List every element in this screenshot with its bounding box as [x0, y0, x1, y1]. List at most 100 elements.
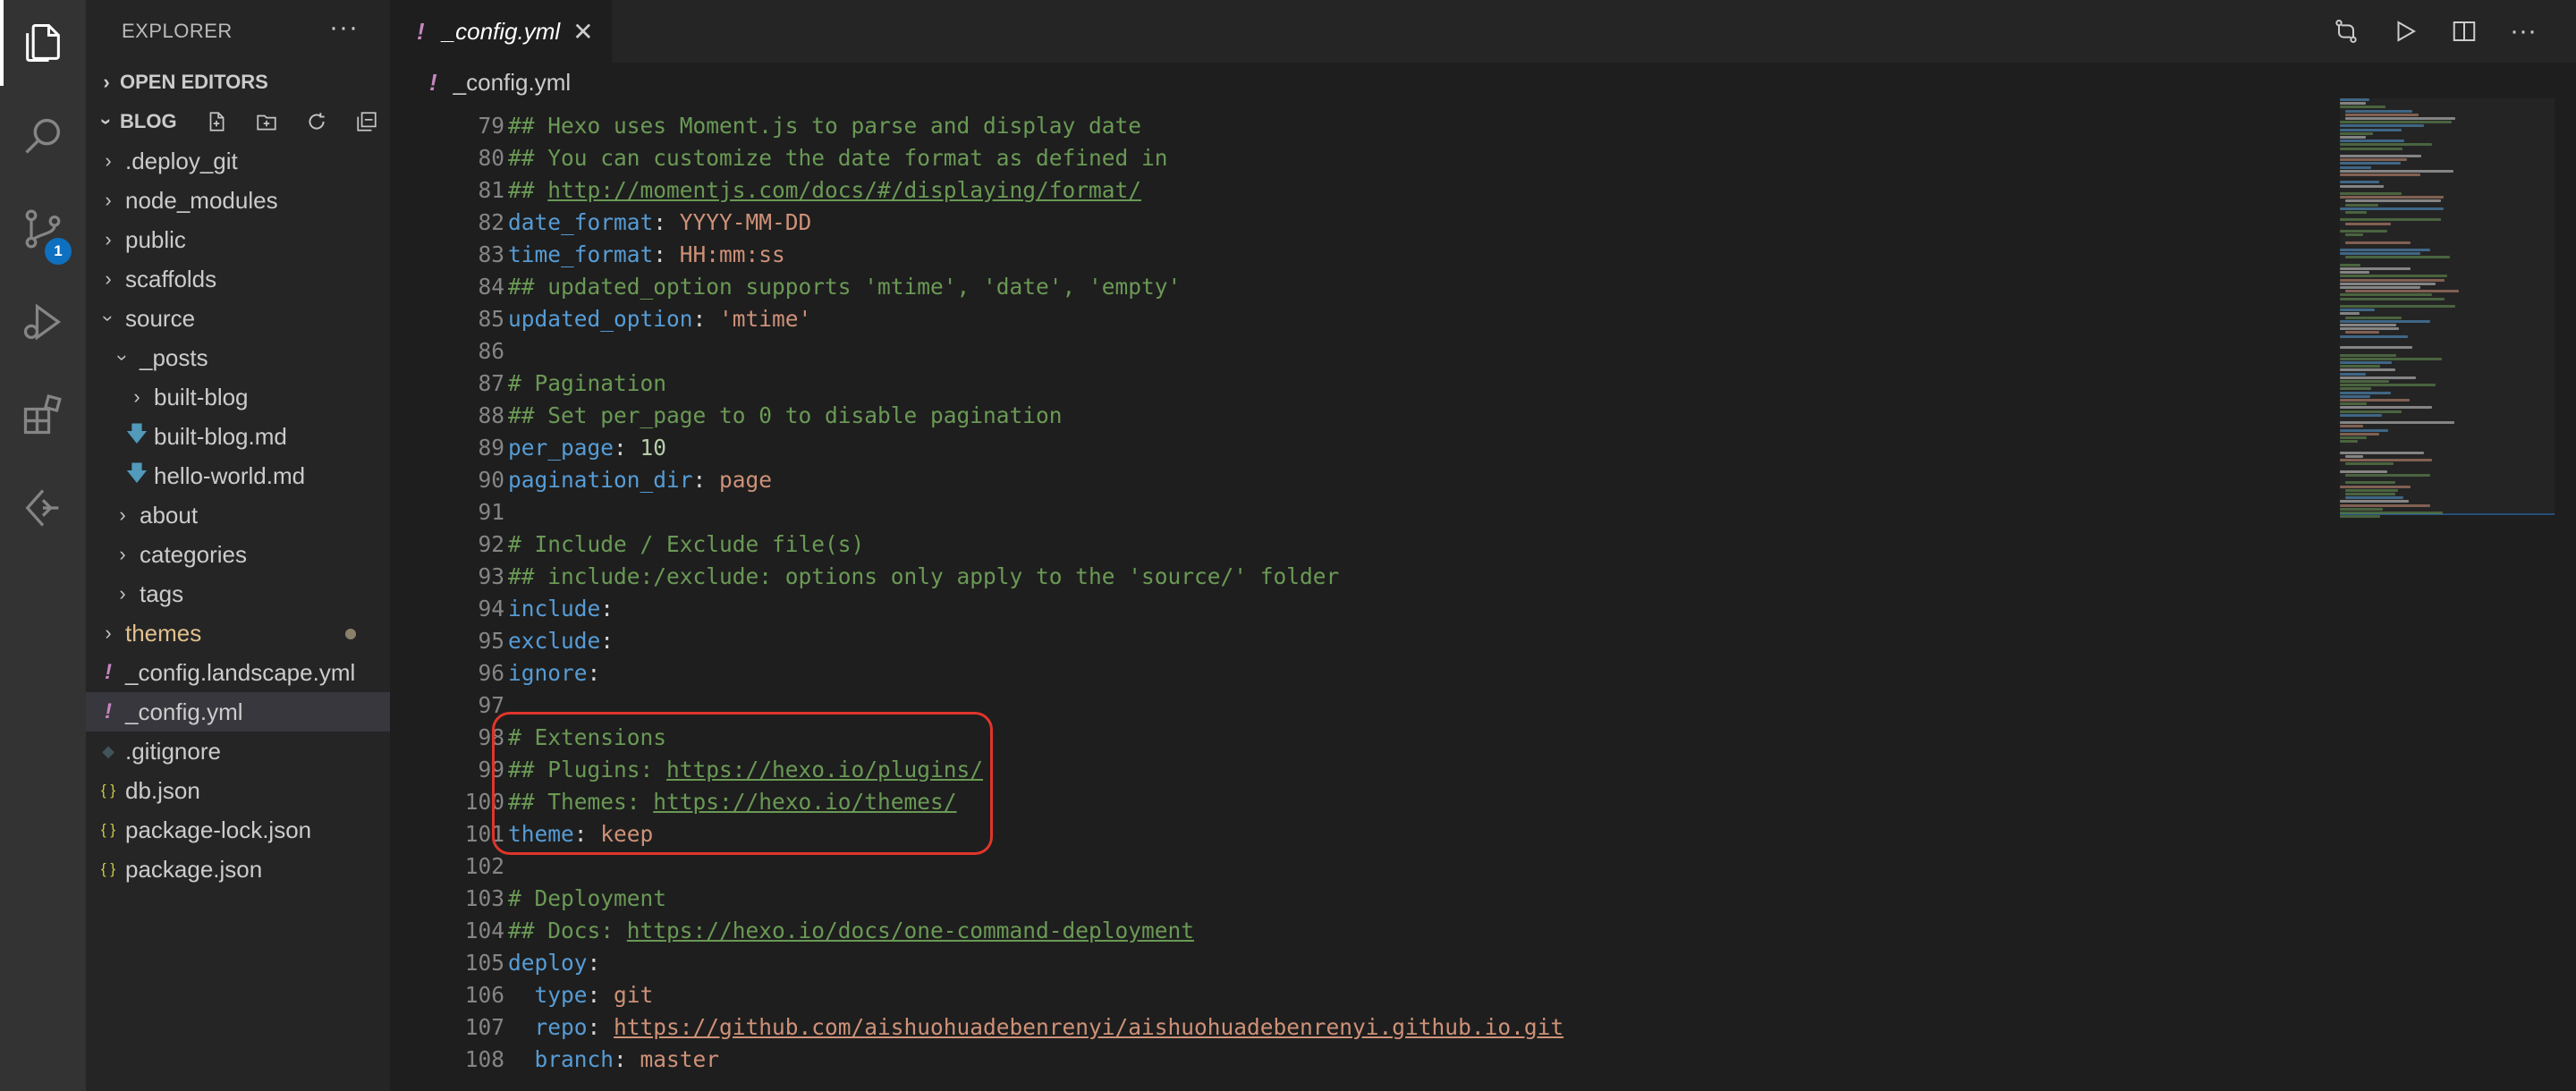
code-token: HH:mm:ss: [679, 241, 785, 267]
close-icon[interactable]: ✕: [572, 17, 593, 47]
more-actions-icon[interactable]: ···: [329, 13, 359, 43]
source-control-icon[interactable]: 1: [0, 186, 86, 272]
tree-file[interactable]: 🡇 hello-world.md: [86, 456, 390, 495]
line-number: 98: [478, 723, 504, 750]
code-line[interactable]: 95 exclude:: [390, 624, 2322, 656]
tree-file[interactable]: { } db.json: [86, 771, 390, 810]
open-editors-section[interactable]: › OPEN EDITORS: [86, 63, 390, 102]
tab-config-yml[interactable]: ! _config.yml ✕: [390, 0, 612, 63]
tree-folder[interactable]: › themes: [86, 613, 390, 653]
minimap-line: [2345, 316, 2402, 319]
minimap[interactable]: [2340, 98, 2555, 528]
code-line[interactable]: 101 theme: keep: [390, 817, 2322, 850]
line-content: ## Themes: https://hexo.io/themes/: [508, 789, 957, 815]
code-line[interactable]: 106 type: git: [390, 978, 2322, 1011]
code-line[interactable]: 82 date_format: YYYY-MM-DD: [390, 206, 2322, 238]
code-line[interactable]: 96 ignore:: [390, 656, 2322, 689]
code-line[interactable]: 98 # Extensions: [390, 721, 2322, 753]
code-line[interactable]: 81 ## http://momentjs.com/docs/#/displayi…: [390, 173, 2322, 206]
code-token: branch: [534, 1045, 614, 1072]
tree-file[interactable]: { } package.json: [86, 850, 390, 889]
tree-file[interactable]: ! _config.landscape.yml: [86, 653, 390, 692]
tree-folder[interactable]: › node_modules: [86, 181, 390, 220]
code-editor[interactable]: 79 ## Hexo uses Moment.js to parse and di…: [390, 109, 2322, 1091]
code-token: ## Hexo uses Moment.js to parse and disp…: [508, 112, 1142, 139]
minimap-line: [2340, 428, 2388, 432]
collapse-all-icon[interactable]: [352, 109, 381, 134]
code-line[interactable]: 86: [390, 334, 2322, 367]
tree-file[interactable]: 🡇 built-blog.md: [86, 417, 390, 456]
minimap-line: [2345, 199, 2442, 203]
code-line[interactable]: 107 repo: https://github.com/aishuohuade…: [390, 1011, 2322, 1043]
tree-folder[interactable]: › built-blog: [86, 377, 390, 417]
code-line[interactable]: 93 ## include:/exclude: options only appl…: [390, 560, 2322, 592]
code-link[interactable]: https://hexo.io/plugins/: [666, 757, 983, 782]
tree-folder[interactable]: › .deploy_git: [86, 141, 390, 181]
minimap-line: [2340, 436, 2368, 439]
new-folder-icon[interactable]: [252, 109, 281, 134]
tree-folder[interactable]: › source: [86, 299, 390, 338]
code-line[interactable]: 84 ## updated_option supports 'mtime', 'd…: [390, 270, 2322, 302]
minimap-line: [2345, 496, 2404, 500]
code-link[interactable]: https://hexo.io/themes/: [653, 789, 956, 815]
tree-item-label: _posts: [140, 343, 208, 371]
code-link[interactable]: https://github.com/aishuohuadebenrenyi/a…: [614, 1014, 1563, 1040]
tree-item-label: _config.landscape.yml: [125, 658, 356, 686]
code-line[interactable]: 90 pagination_dir: page: [390, 463, 2322, 495]
code-line[interactable]: 97: [390, 689, 2322, 721]
new-file-icon[interactable]: [202, 109, 231, 134]
more-actions-icon[interactable]: ···: [2506, 14, 2540, 48]
code-line[interactable]: 80 ## You can customize the date format a…: [390, 141, 2322, 173]
remote-explorer-icon[interactable]: [0, 465, 86, 551]
code-line[interactable]: 100 ## Themes: https://hexo.io/themes/: [390, 785, 2322, 817]
minimap-line: [2345, 462, 2394, 466]
tree-folder[interactable]: › _posts: [86, 338, 390, 377]
search-icon[interactable]: [0, 93, 86, 179]
code-line[interactable]: 94 include:: [390, 592, 2322, 624]
tree-folder[interactable]: › categories: [86, 535, 390, 574]
code-link[interactable]: http://momentjs.com/docs/#/displaying/fo…: [547, 177, 1141, 203]
minimap-line: [2340, 459, 2432, 462]
minimap-line: [2340, 394, 2370, 398]
code-line[interactable]: 79 ## Hexo uses Moment.js to parse and di…: [390, 109, 2322, 141]
code-token: # Include / Exclude file(s): [508, 530, 865, 557]
workspace-section[interactable]: › BLOG: [86, 102, 390, 141]
code-line[interactable]: 87 # Pagination: [390, 367, 2322, 399]
code-token: ## Plugins:: [508, 756, 667, 782]
code-line[interactable]: 92 # Include / Exclude file(s): [390, 528, 2322, 560]
code-line[interactable]: 99 ## Plugins: https://hexo.io/plugins/: [390, 753, 2322, 785]
code-line[interactable]: 104 ## Docs: https://hexo.io/docs/one-com…: [390, 914, 2322, 946]
breadcrumb[interactable]: ! _config.yml: [390, 63, 2576, 102]
minimap-line: [2340, 121, 2453, 124]
code-line[interactable]: 102: [390, 850, 2322, 882]
run-icon[interactable]: [2388, 14, 2422, 48]
minimap-line: [2345, 256, 2450, 259]
code-line[interactable]: 105 deploy:: [390, 946, 2322, 978]
run-debug-icon[interactable]: [0, 279, 86, 365]
code-line[interactable]: 103 # Deployment: [390, 882, 2322, 914]
code-line[interactable]: 89 per_page: 10: [390, 431, 2322, 463]
tree-folder[interactable]: › tags: [86, 574, 390, 613]
code-token: 10: [640, 434, 667, 461]
code-link[interactable]: https://hexo.io/docs/one-command-deploym…: [627, 918, 1194, 943]
minimap-line: [2340, 391, 2391, 394]
tree-folder[interactable]: › about: [86, 495, 390, 535]
explorer-icon[interactable]: [0, 0, 86, 86]
breadcrumb-file[interactable]: _config.yml: [453, 69, 572, 97]
code-line[interactable]: 88 ## Set per_page to 0 to disable pagina…: [390, 399, 2322, 431]
tree-file[interactable]: ◆ .gitignore: [86, 732, 390, 771]
tree-folder[interactable]: › scaffolds: [86, 259, 390, 299]
code-line[interactable]: 85 updated_option: 'mtime': [390, 302, 2322, 334]
code-line[interactable]: 83 time_format: HH:mm:ss: [390, 238, 2322, 270]
refresh-icon[interactable]: [302, 109, 331, 134]
open-changes-icon[interactable]: [2329, 14, 2363, 48]
tree-file[interactable]: ! _config.yml: [86, 692, 390, 732]
split-editor-icon[interactable]: [2447, 14, 2481, 48]
extensions-icon[interactable]: [0, 372, 86, 458]
minimap-line: [2340, 500, 2409, 503]
tree-folder[interactable]: › public: [86, 220, 390, 259]
code-line[interactable]: 108 branch: master: [390, 1043, 2322, 1075]
code-line[interactable]: 91: [390, 495, 2322, 528]
tree-file[interactable]: { } package-lock.json: [86, 810, 390, 850]
tree-item-label: tags: [140, 579, 184, 607]
